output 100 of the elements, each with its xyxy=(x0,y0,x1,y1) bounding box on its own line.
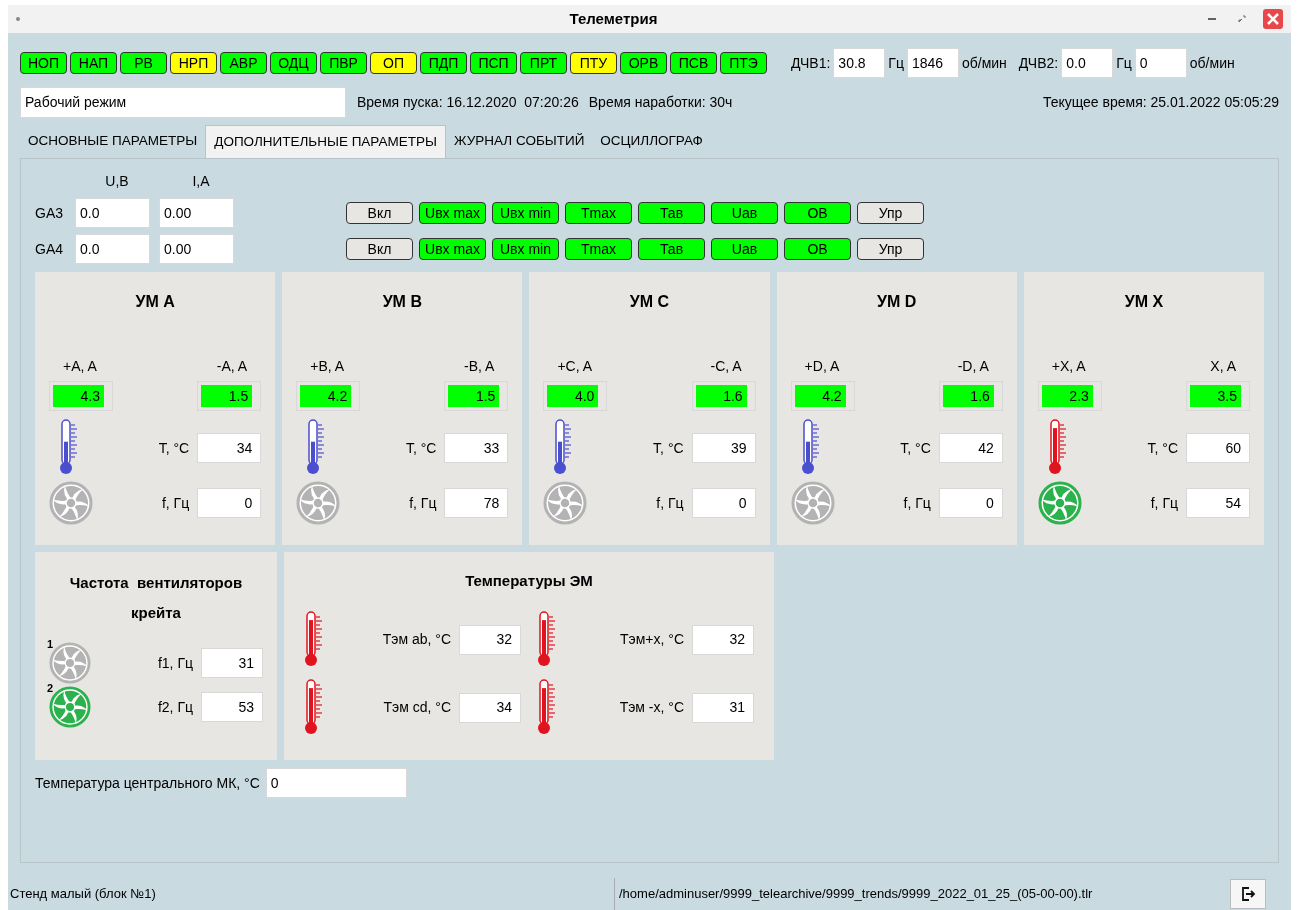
frequency-field[interactable]: 31 xyxy=(201,648,263,678)
current-field[interactable]: 4.2 xyxy=(790,381,855,411)
temperature-field[interactable]: 33 xyxy=(444,433,509,463)
temperature-field[interactable]: 32 xyxy=(692,624,754,655)
current-field[interactable]: 0.00 xyxy=(159,234,234,264)
rpm-field[interactable]: 1846 xyxy=(906,48,959,78)
current-label: -A, A xyxy=(216,357,248,376)
current-field[interactable]: 2.3 xyxy=(1037,381,1102,411)
status-indicator: ПТУ xyxy=(570,52,617,74)
file-path-text: /home/adminuser/9999_telearchive/9999_trends/9999_2022_01_25_(05-00-00).tlr xyxy=(619,885,1093,904)
fan-icon xyxy=(790,481,835,525)
status-indicator: ОП xyxy=(370,52,417,74)
current-field[interactable]: 0.00 xyxy=(159,198,234,228)
temperature-label: Тэм ab, °C xyxy=(382,630,451,649)
value-text: 4.2 xyxy=(822,386,842,406)
tab[interactable]: ЖУРНАЛ СОБЫТИЙ xyxy=(445,125,593,158)
temperature-field[interactable]: 39 xyxy=(691,433,756,463)
panel-title: УМ X xyxy=(1124,293,1164,310)
value-text: 1.6 xyxy=(970,386,990,406)
row-label: GA3 xyxy=(35,203,64,223)
temperature-field[interactable]: 34 xyxy=(459,692,521,723)
value-text: 3.5 xyxy=(1217,386,1237,406)
frequency-field[interactable]: 0 xyxy=(691,488,756,518)
status-indicator: ПДП xyxy=(420,52,467,74)
restore-icon[interactable] xyxy=(1237,14,1247,24)
temperature-label: T, °C xyxy=(900,438,931,458)
frequency-field[interactable]: 53 xyxy=(201,692,263,722)
status-indicator: НОП xyxy=(20,52,67,74)
fan-icon xyxy=(543,481,588,525)
frequency-field[interactable]: 78 xyxy=(444,488,509,518)
flag-indicator: ОВ xyxy=(784,202,851,224)
frequency-label: f, Гц xyxy=(409,493,437,513)
current-field[interactable]: 3.5 xyxy=(1186,381,1250,411)
current-label: X, A xyxy=(1210,357,1236,376)
rpm-field[interactable]: 0 xyxy=(1134,48,1187,78)
flag-indicator: Упр xyxy=(857,202,924,224)
thermometer-icon xyxy=(59,419,79,477)
frequency-field[interactable]: 0 xyxy=(197,488,262,518)
stand-text: Стенд малый (блок №1) xyxy=(10,885,157,904)
value-text: 1.6 xyxy=(723,386,743,406)
frequency-field[interactable]: 0.0 xyxy=(1061,48,1114,78)
flag-indicator: Тав xyxy=(638,238,705,260)
frequency-field[interactable]: 30.8 xyxy=(833,48,886,78)
exit-button[interactable] xyxy=(1230,879,1266,909)
current-field[interactable]: 4.2 xyxy=(296,381,361,411)
frequency-label: f, Гц xyxy=(903,493,931,513)
unit-label: об/мин xyxy=(1189,53,1235,73)
frequency-field[interactable]: 54 xyxy=(1186,488,1250,518)
frequency-label: f2, Гц xyxy=(157,697,193,717)
temperature-field[interactable]: 60 xyxy=(1186,433,1250,463)
voltage-field[interactable]: 0.0 xyxy=(75,198,150,228)
status-indicator: ПРТ xyxy=(520,52,567,74)
frequency-label: f1, Гц xyxy=(157,653,193,673)
current-field[interactable]: 1.6 xyxy=(938,381,1003,411)
fan-number: 1 xyxy=(47,637,54,652)
status-indicator: ОРВ xyxy=(620,52,667,74)
frequency-label: f, Гц xyxy=(1150,493,1178,513)
current-field[interactable]: 4.3 xyxy=(49,381,113,411)
current-field[interactable]: 1.6 xyxy=(691,381,756,411)
close-icon[interactable] xyxy=(1263,9,1283,29)
temperature-label: T, °C xyxy=(1147,438,1178,458)
temperature-field[interactable]: 34 xyxy=(197,433,262,463)
status-indicator: АВР xyxy=(220,52,267,74)
temperature-label: T, °C xyxy=(158,438,190,458)
panel-title: УМ A xyxy=(135,293,175,310)
tab[interactable]: ДОПОЛНИТЕЛЬНЫЕ ПАРАМЕТРЫ xyxy=(205,125,446,158)
app-icon xyxy=(16,17,20,21)
value-text: 4.3 xyxy=(80,386,100,406)
column-header: U,В xyxy=(105,173,129,189)
temperature-field[interactable]: 31 xyxy=(692,692,754,723)
current-label: +A, A xyxy=(63,357,97,376)
thermometer-icon xyxy=(537,610,557,669)
tab[interactable]: ОСНОВНЫЕ ПАРАМЕТРЫ xyxy=(20,125,206,158)
temperature-field[interactable]: 32 xyxy=(459,624,521,655)
voltage-field[interactable]: 0.0 xyxy=(75,234,150,264)
temperature-field[interactable]: 42 xyxy=(938,433,1003,463)
current-field[interactable]: 4.0 xyxy=(543,381,608,411)
thermometer-icon xyxy=(304,678,324,737)
status-indicator: ПВР xyxy=(320,52,367,74)
temperature-label: T, °C xyxy=(405,438,437,458)
thermometer-icon xyxy=(800,419,821,477)
current-field[interactable]: 1.5 xyxy=(444,381,509,411)
current-field[interactable]: 1.5 xyxy=(197,381,262,411)
mode-field[interactable]: Рабочий режим xyxy=(20,87,346,118)
thermometer-icon xyxy=(306,419,327,477)
current-label: +D, A xyxy=(804,357,840,376)
value-text: 1.5 xyxy=(228,386,249,406)
fan-icon xyxy=(49,686,91,728)
mk-temperature-field[interactable]: 0 xyxy=(265,768,407,798)
exit-icon xyxy=(1240,886,1256,902)
flag-indicator: Tmax xyxy=(565,238,632,260)
window-title: Телеметрия xyxy=(569,10,658,27)
frequency-label: f, Гц xyxy=(161,493,190,513)
status-indicator: РВ xyxy=(120,52,167,74)
status-indicator: ПТЭ xyxy=(720,52,767,74)
flag-indicator: Uвх min xyxy=(492,202,559,224)
tab[interactable]: ОСЦИЛЛОГРАФ xyxy=(592,125,711,158)
frequency-field[interactable]: 0 xyxy=(938,488,1003,518)
flag-indicator: Uвх max xyxy=(419,202,486,224)
unit-label: Гц xyxy=(888,53,904,73)
